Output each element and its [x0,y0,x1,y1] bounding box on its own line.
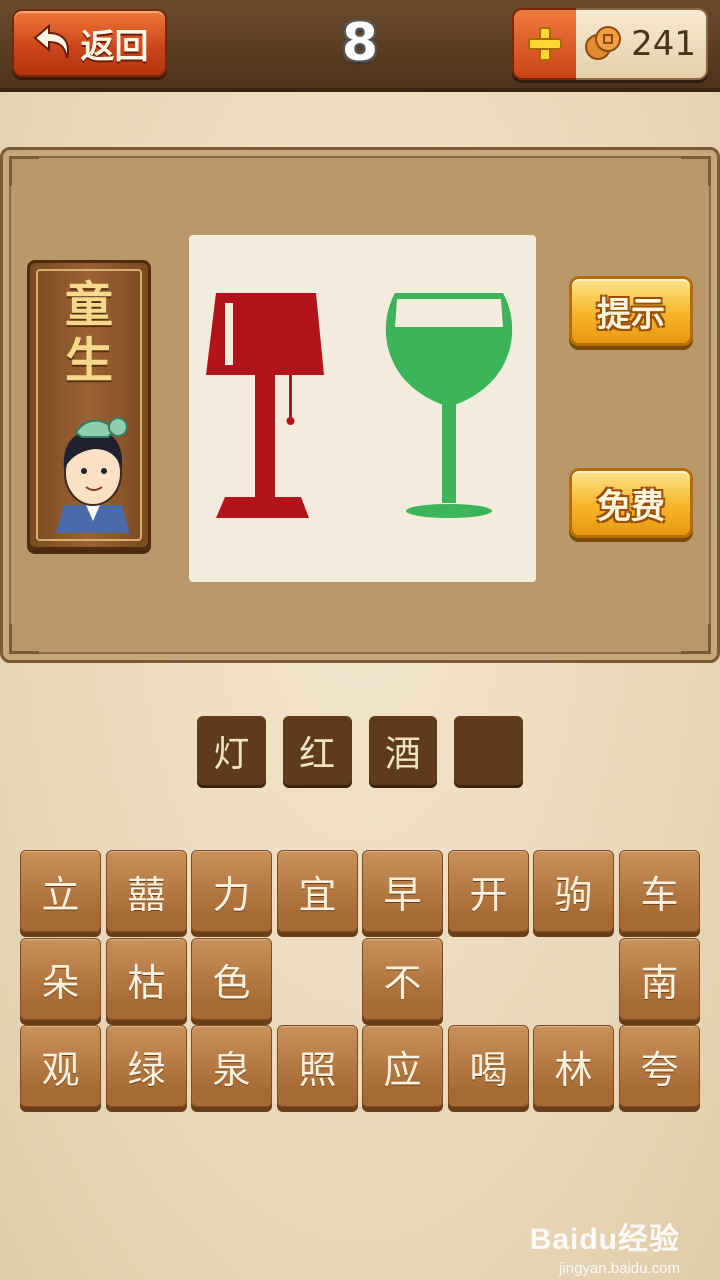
letter-key[interactable]: 早 [362,850,443,932]
frame-corner [9,624,39,654]
answer-slot[interactable] [454,716,523,785]
wine-glass-icon [385,293,513,518]
back-arrow-icon [32,23,69,59]
coins-icon [585,26,621,60]
coin-count: 241 [631,24,696,64]
letter-key[interactable]: 夸 [619,1025,700,1107]
letter-key[interactable]: 色 [191,938,272,1020]
letter-key[interactable]: 应 [362,1025,443,1107]
watermark: Baidu经验 jingyan.baidu.com [530,1214,680,1277]
letter-key[interactable]: 立 [20,850,101,932]
frame-corner [9,156,39,186]
letter-key[interactable]: 照 [277,1025,358,1107]
watermark-url: jingyan.baidu.com [559,1260,680,1277]
level-number: 8 [341,13,379,73]
add-coins-button[interactable] [512,8,576,80]
letter-key[interactable]: 不 [362,938,443,1020]
letter-key[interactable]: 泉 [191,1025,272,1107]
letter-key[interactable]: 观 [20,1025,101,1107]
puzzle-picture [206,293,513,518]
puzzle-panel: 童 生 提示 免费 [0,147,720,663]
letter-key[interactable]: 宜 [277,850,358,932]
puzzle-image [189,235,536,582]
hint-button[interactable]: 提示 [569,276,693,346]
letter-key[interactable]: 绿 [106,1025,187,1107]
answer-slot[interactable]: 红 [282,716,352,785]
category-char: 童 [64,277,113,333]
free-coins-button[interactable]: 免费 [569,468,693,538]
letter-key[interactable]: 南 [619,938,700,1020]
letter-key[interactable]: 喝 [448,1025,529,1107]
watermark-brand: Baidu经验 [529,1223,680,1256]
letter-key[interactable]: 开 [448,850,529,932]
category-title: 童 生 [30,277,148,389]
lamp-icon [206,293,324,518]
category-card: 童 生 [27,260,151,550]
letter-key[interactable]: 囍 [106,850,187,932]
back-button[interactable]: 返回 [12,9,167,77]
coin-counter: 241 [512,8,708,80]
letter-key[interactable]: 朵 [20,938,101,1020]
top-bar: 返回 8 241 [0,0,720,92]
plus-icon [528,27,562,61]
answer-slot[interactable]: 灯 [197,716,266,785]
frame-corner [681,156,711,186]
answer-slots: 灯 红 酒 [197,716,523,786]
student-avatar-icon [56,417,130,533]
letter-key[interactable]: 驹 [533,850,614,932]
category-char: 生 [64,333,113,389]
letter-grid: 立囍力宜早开驹车朵枯色 不 南观绿泉照应喝林夸 [20,850,700,1112]
answer-slot[interactable]: 酒 [368,716,438,785]
letter-key[interactable]: 枯 [106,938,187,1020]
letter-key[interactable]: 车 [619,850,700,932]
letter-key[interactable]: 力 [191,850,272,932]
letter-key[interactable]: 林 [533,1025,614,1107]
frame-corner [681,624,711,654]
back-label: 返回 [80,26,149,67]
